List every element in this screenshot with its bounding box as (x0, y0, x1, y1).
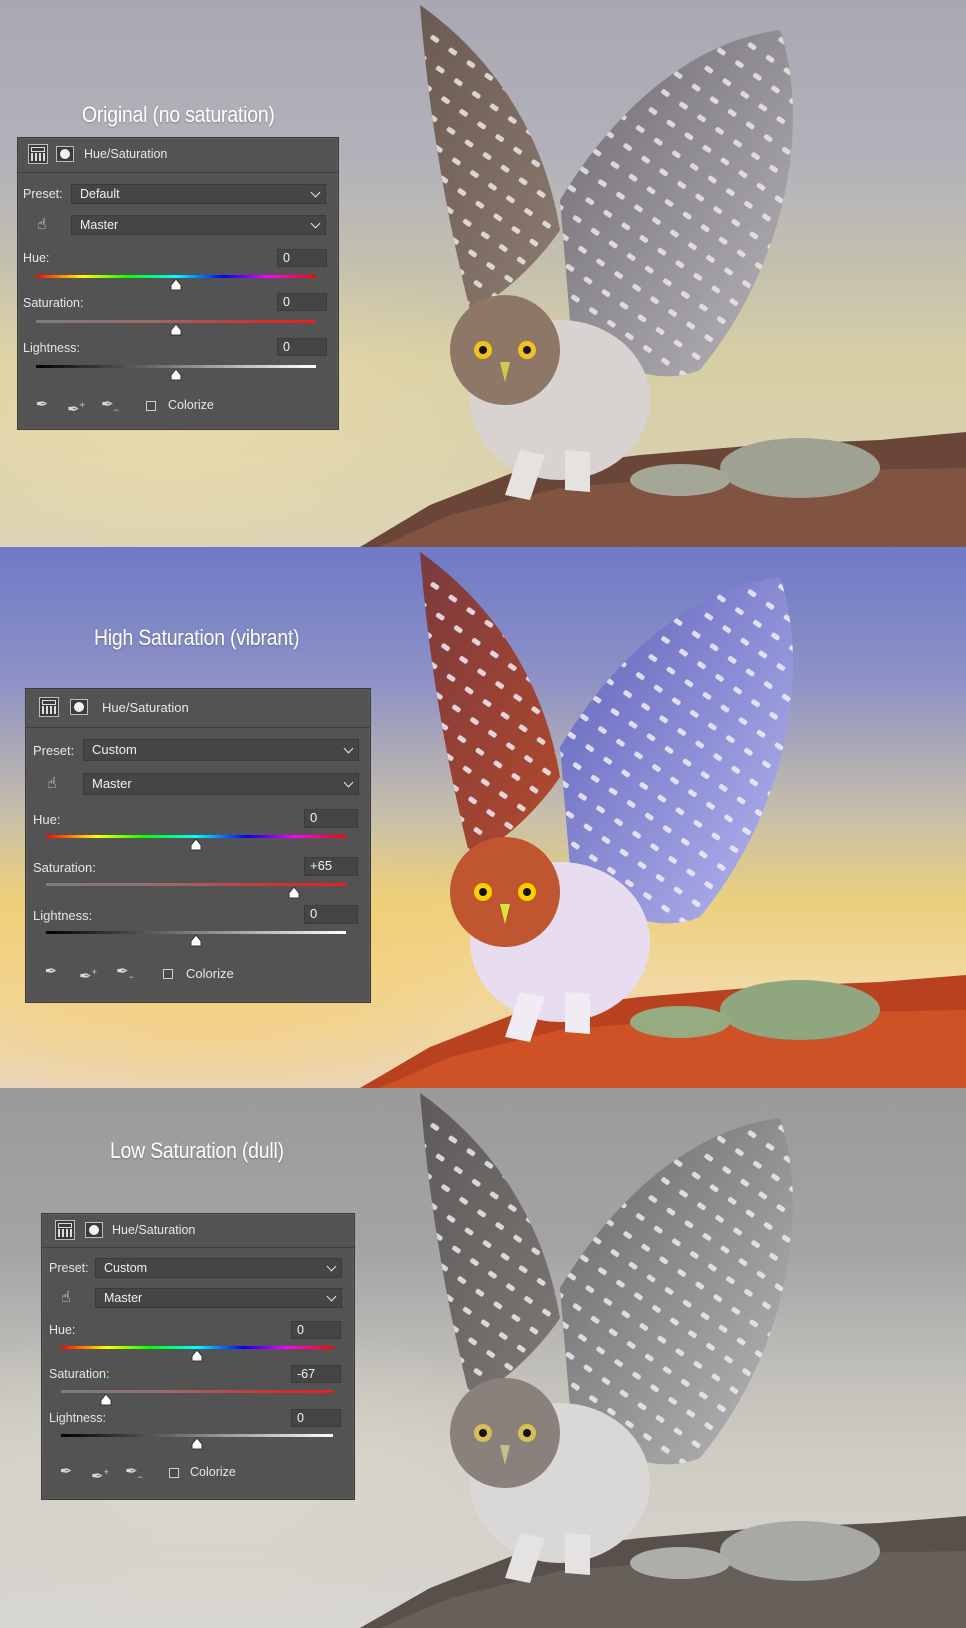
panel-caption: Original (no saturation) (82, 102, 275, 127)
slider-thumb-icon[interactable] (288, 887, 300, 899)
chevron-down-icon (326, 1261, 337, 1272)
hue-label: Hue: (23, 251, 50, 265)
preset-label: Preset: (33, 743, 75, 758)
panel-title: Hue/Saturation (84, 147, 168, 161)
panel-caption: Low Saturation (dull) (110, 1138, 284, 1163)
eyedropper-subtract-icon[interactable]: ✒− (100, 395, 120, 415)
mask-icon[interactable] (70, 699, 88, 715)
lightness-label: Lightness: (49, 1411, 106, 1425)
eyedropper-add-icon[interactable]: ✒+ (78, 962, 98, 985)
lightness-slider-track[interactable] (46, 931, 346, 934)
preset-dropdown[interactable]: Custom (95, 1258, 342, 1278)
eyedropper-subtract-icon[interactable]: ✒− (124, 1462, 144, 1482)
hue-saturation-panel: Hue/Saturation Preset: Custom ☝ Master H… (41, 1213, 355, 1500)
colorize-checkbox[interactable] (169, 1468, 179, 1478)
colorize-checkbox[interactable] (146, 401, 156, 411)
saturation-label: Saturation: (23, 296, 84, 310)
colorize-label: Colorize (186, 966, 234, 981)
lightness-label: Lightness: (23, 341, 80, 355)
preset-dropdown[interactable]: Default (71, 184, 326, 204)
channel-dropdown[interactable]: Master (71, 215, 326, 235)
chevron-down-icon (343, 777, 354, 788)
slider-thumb-icon[interactable] (100, 1394, 112, 1406)
lightness-label: Lightness: (33, 908, 93, 923)
preset-label: Preset: (49, 1261, 89, 1275)
adjustment-layer-icon[interactable] (28, 144, 48, 164)
saturation-value-field[interactable]: -67 (291, 1365, 341, 1383)
targeted-adjustment-hand-icon[interactable]: ☝ (43, 775, 61, 793)
adjustment-layer-icon[interactable] (55, 1220, 75, 1240)
slider-thumb-icon[interactable] (170, 324, 182, 336)
hue-label: Hue: (33, 812, 61, 827)
hue-slider-track[interactable] (61, 1346, 333, 1349)
eyedropper-add-icon[interactable]: ✒+ (90, 1462, 110, 1485)
hue-value-field[interactable]: 0 (304, 809, 358, 828)
panel-header: Hue/Saturation (18, 138, 338, 173)
colorize-label: Colorize (190, 1465, 236, 1479)
saturation-slider-track[interactable] (46, 883, 346, 886)
hue-value-field[interactable]: 0 (291, 1321, 341, 1339)
eyedropper-subtract-icon[interactable]: ✒− (115, 962, 135, 982)
colorize-checkbox[interactable] (163, 969, 173, 979)
hue-slider-track[interactable] (36, 275, 316, 278)
channel-dropdown[interactable]: Master (95, 1288, 342, 1308)
targeted-adjustment-hand-icon[interactable]: ☝ (33, 216, 51, 234)
slider-thumb-icon[interactable] (170, 369, 182, 381)
slider-thumb-icon[interactable] (191, 1350, 203, 1362)
section-low-saturation: Low Saturation (dull) Hue/Saturation Pre… (0, 1088, 966, 1628)
preset-value: Default (80, 187, 120, 201)
eyedropper-icon[interactable]: ✒ (56, 1462, 76, 1482)
hue-saturation-panel: Hue/Saturation Preset: Default ☝ Master … (17, 137, 339, 430)
eyedropper-add-icon[interactable]: ✒+ (66, 395, 86, 418)
mask-icon[interactable] (56, 146, 74, 162)
mask-icon[interactable] (85, 1222, 103, 1238)
hue-saturation-panel: Hue/Saturation Preset: Custom ☝ Master H… (25, 688, 371, 1003)
chevron-down-icon (343, 743, 354, 754)
saturation-slider-track[interactable] (36, 320, 316, 323)
preset-dropdown[interactable]: Custom (83, 739, 359, 761)
colorize-label: Colorize (168, 398, 214, 412)
adjustment-layer-icon[interactable] (39, 697, 59, 717)
saturation-value-field[interactable]: 0 (277, 293, 327, 311)
lightness-value-field[interactable]: 0 (277, 338, 327, 356)
saturation-label: Saturation: (49, 1367, 110, 1381)
panel-title: Hue/Saturation (112, 1223, 196, 1237)
channel-value: Master (92, 776, 132, 791)
lightness-value-field[interactable]: 0 (304, 905, 358, 924)
panel-header: Hue/Saturation (42, 1214, 354, 1248)
saturation-label: Saturation: (33, 860, 96, 875)
chevron-down-icon (326, 1291, 337, 1302)
eyedropper-icon[interactable]: ✒ (41, 962, 61, 982)
comparison-page: Original (no saturation) Hue/Saturation … (0, 0, 966, 1628)
preset-label: Preset: (23, 187, 63, 201)
hue-label: Hue: (49, 1323, 76, 1337)
saturation-slider-track[interactable] (61, 1390, 333, 1393)
eyedropper-icon[interactable]: ✒ (32, 395, 52, 415)
slider-thumb-icon[interactable] (170, 279, 182, 291)
channel-value: Master (104, 1291, 143, 1305)
channel-value: Master (80, 218, 119, 232)
panel-title: Hue/Saturation (102, 700, 189, 715)
slider-thumb-icon[interactable] (190, 839, 202, 851)
section-high-saturation: High Saturation (vibrant) Hue/Saturation… (0, 547, 966, 1088)
lightness-slider-track[interactable] (36, 365, 316, 368)
saturation-value-field[interactable]: +65 (304, 857, 358, 876)
chevron-down-icon (310, 187, 321, 198)
lightness-slider-track[interactable] (61, 1434, 333, 1437)
preset-value: Custom (92, 742, 137, 757)
lightness-value-field[interactable]: 0 (291, 1409, 341, 1427)
slider-thumb-icon[interactable] (191, 1438, 203, 1450)
channel-dropdown[interactable]: Master (83, 773, 359, 795)
panel-header: Hue/Saturation (26, 689, 370, 728)
preset-value: Custom (104, 1261, 148, 1275)
chevron-down-icon (310, 218, 321, 229)
slider-thumb-icon[interactable] (190, 935, 202, 947)
section-original: Original (no saturation) Hue/Saturation … (0, 0, 966, 547)
panel-caption: High Saturation (vibrant) (94, 625, 300, 650)
hue-slider-track[interactable] (46, 835, 346, 838)
targeted-adjustment-hand-icon[interactable]: ☝ (57, 1289, 75, 1307)
hue-value-field[interactable]: 0 (277, 249, 327, 267)
